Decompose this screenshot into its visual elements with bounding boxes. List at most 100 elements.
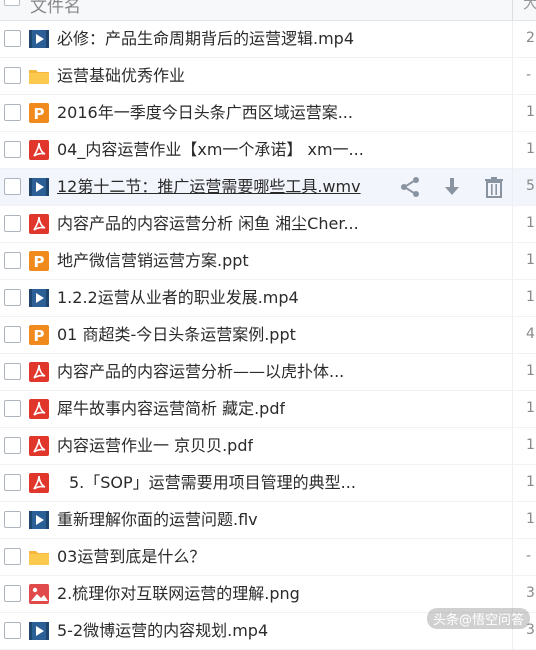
file-checkbox[interactable]	[4, 252, 21, 269]
file-name[interactable]: 03运营到底是什么？	[57, 547, 205, 567]
file-size: 1	[526, 215, 535, 231]
file-row[interactable]: 12第十二节：推广运营需要哪些工具.wmv 5	[0, 169, 536, 206]
file-checkbox[interactable]	[4, 178, 21, 195]
file-name[interactable]: 犀牛故事内容运营简析 藏定.pdf	[57, 399, 285, 419]
column-header-filename[interactable]: 文件名	[30, 0, 81, 17]
ppt-file-icon: P	[28, 324, 50, 346]
file-checkbox[interactable]	[4, 104, 21, 121]
file-size: 1	[526, 400, 535, 416]
folder-icon	[28, 546, 50, 568]
column-divider	[512, 317, 513, 353]
file-name[interactable]: 01 商超类-今日头条运营案例.ppt	[57, 325, 296, 345]
share-icon[interactable]	[398, 175, 422, 199]
file-checkbox[interactable]	[4, 30, 21, 47]
video-file-icon	[28, 176, 50, 198]
column-divider	[512, 206, 513, 242]
select-all-checkbox[interactable]	[4, 0, 20, 6]
file-name[interactable]: 2016年一季度今日头条广西区域运营案...	[57, 103, 353, 123]
column-divider	[512, 502, 513, 538]
svg-text:P: P	[34, 253, 45, 271]
file-size: 1	[526, 363, 535, 379]
ppt-file-icon: P	[28, 250, 50, 272]
file-name[interactable]: 12第十二节：推广运营需要哪些工具.wmv	[57, 177, 361, 197]
file-size: -	[526, 548, 532, 564]
file-size: 5	[526, 178, 535, 194]
file-checkbox[interactable]	[4, 400, 21, 417]
file-size: 1	[526, 252, 535, 268]
file-checkbox[interactable]	[4, 511, 21, 528]
file-row[interactable]: 内容运营作业一 京贝贝.pdf 1	[0, 428, 536, 465]
file-row[interactable]: 5.「SOP」运营需要用项目管理的典型... 1	[0, 465, 536, 502]
file-row[interactable]: 重新理解你面的运营问题.flv 1	[0, 502, 536, 539]
file-name[interactable]: 04_内容运营作业【xm一个承诺】 xm一...	[57, 140, 364, 160]
file-size: 2	[526, 30, 535, 46]
download-icon[interactable]	[440, 175, 464, 199]
file-name[interactable]: 5.「SOP」运营需要用项目管理的典型...	[57, 473, 356, 493]
file-size: 1	[526, 511, 535, 527]
file-name[interactable]: 内容产品的内容运营分析——以虎扑体...	[57, 362, 344, 382]
file-row[interactable]: P 01 商超类-今日头条运营案例.ppt 4	[0, 317, 536, 354]
pdf-file-icon	[28, 213, 50, 235]
file-row[interactable]: P 2016年一季度今日头条广西区域运营案... 1	[0, 95, 536, 132]
pdf-file-icon	[28, 361, 50, 383]
file-row[interactable]: 03运营到底是什么？ -	[0, 539, 536, 576]
file-checkbox[interactable]	[4, 141, 21, 158]
file-name[interactable]: 5-2微博运营的内容规划.mp4	[57, 621, 268, 641]
file-checkbox[interactable]	[4, 548, 21, 565]
file-name[interactable]: 运营基础优秀作业	[57, 66, 185, 86]
file-row[interactable]: 内容产品的内容运营分析 闲鱼 湘尘Cher... 1	[0, 206, 536, 243]
file-size: 4	[526, 326, 535, 342]
file-checkbox[interactable]	[4, 289, 21, 306]
file-name[interactable]: 2.梳理你对互联网运营的理解.png	[57, 584, 300, 604]
column-divider	[512, 169, 513, 205]
file-row[interactable]: 1.2.2运营从业者的职业发展.mp4 1	[0, 280, 536, 317]
file-row[interactable]: 运营基础优秀作业 -	[0, 58, 536, 95]
file-checkbox[interactable]	[4, 215, 21, 232]
watermark: 头条@悟空问答	[426, 608, 530, 629]
file-name[interactable]: 1.2.2运营从业者的职业发展.mp4	[57, 288, 299, 308]
file-row[interactable]: 犀牛故事内容运营简析 藏定.pdf 1	[0, 391, 536, 428]
file-row[interactable]: 内容产品的内容运营分析——以虎扑体... 1	[0, 354, 536, 391]
svg-text:P: P	[34, 327, 45, 345]
file-name[interactable]: 重新理解你面的运营问题.flv	[57, 510, 258, 530]
file-checkbox[interactable]	[4, 474, 21, 491]
delete-icon[interactable]	[482, 175, 506, 199]
ppt-file-icon: P	[28, 102, 50, 124]
video-file-icon	[28, 620, 50, 642]
file-checkbox[interactable]	[4, 67, 21, 84]
file-size: 3	[526, 585, 535, 601]
file-size: 1	[526, 104, 535, 120]
file-name[interactable]: 地产微信营销运营方案.ppt	[57, 251, 249, 271]
file-name[interactable]: 内容运营作业一 京贝贝.pdf	[57, 436, 253, 456]
pdf-file-icon	[28, 398, 50, 420]
file-row[interactable]: 必修：产品生命周期背后的运营逻辑.mp4 2	[0, 21, 536, 58]
file-checkbox[interactable]	[4, 326, 21, 343]
column-divider	[512, 391, 513, 427]
file-checkbox[interactable]	[4, 585, 21, 602]
file-row[interactable]: 04_内容运营作业【xm一个承诺】 xm一... 1	[0, 132, 536, 169]
column-divider	[512, 428, 513, 464]
column-divider	[512, 465, 513, 501]
file-size: 1	[526, 474, 535, 490]
folder-icon	[28, 65, 50, 87]
file-row[interactable]: P 地产微信营销运营方案.ppt 1	[0, 243, 536, 280]
column-divider	[512, 243, 513, 279]
file-checkbox[interactable]	[4, 363, 21, 380]
column-divider	[512, 58, 513, 94]
video-file-icon	[28, 509, 50, 531]
pdf-file-icon	[28, 435, 50, 457]
file-size: 1	[526, 289, 535, 305]
file-size: 1	[526, 437, 535, 453]
svg-text:P: P	[34, 105, 45, 123]
file-checkbox[interactable]	[4, 622, 21, 639]
pdf-file-icon	[28, 472, 50, 494]
file-list-header: 文件名 大	[0, 0, 536, 21]
column-divider	[512, 539, 513, 575]
file-checkbox[interactable]	[4, 437, 21, 454]
column-divider	[512, 354, 513, 390]
column-divider	[512, 0, 513, 20]
file-name[interactable]: 内容产品的内容运营分析 闲鱼 湘尘Cher...	[57, 214, 359, 234]
column-header-size[interactable]: 大	[523, 0, 536, 13]
column-divider	[512, 21, 513, 57]
file-name[interactable]: 必修：产品生命周期背后的运营逻辑.mp4	[57, 29, 354, 49]
